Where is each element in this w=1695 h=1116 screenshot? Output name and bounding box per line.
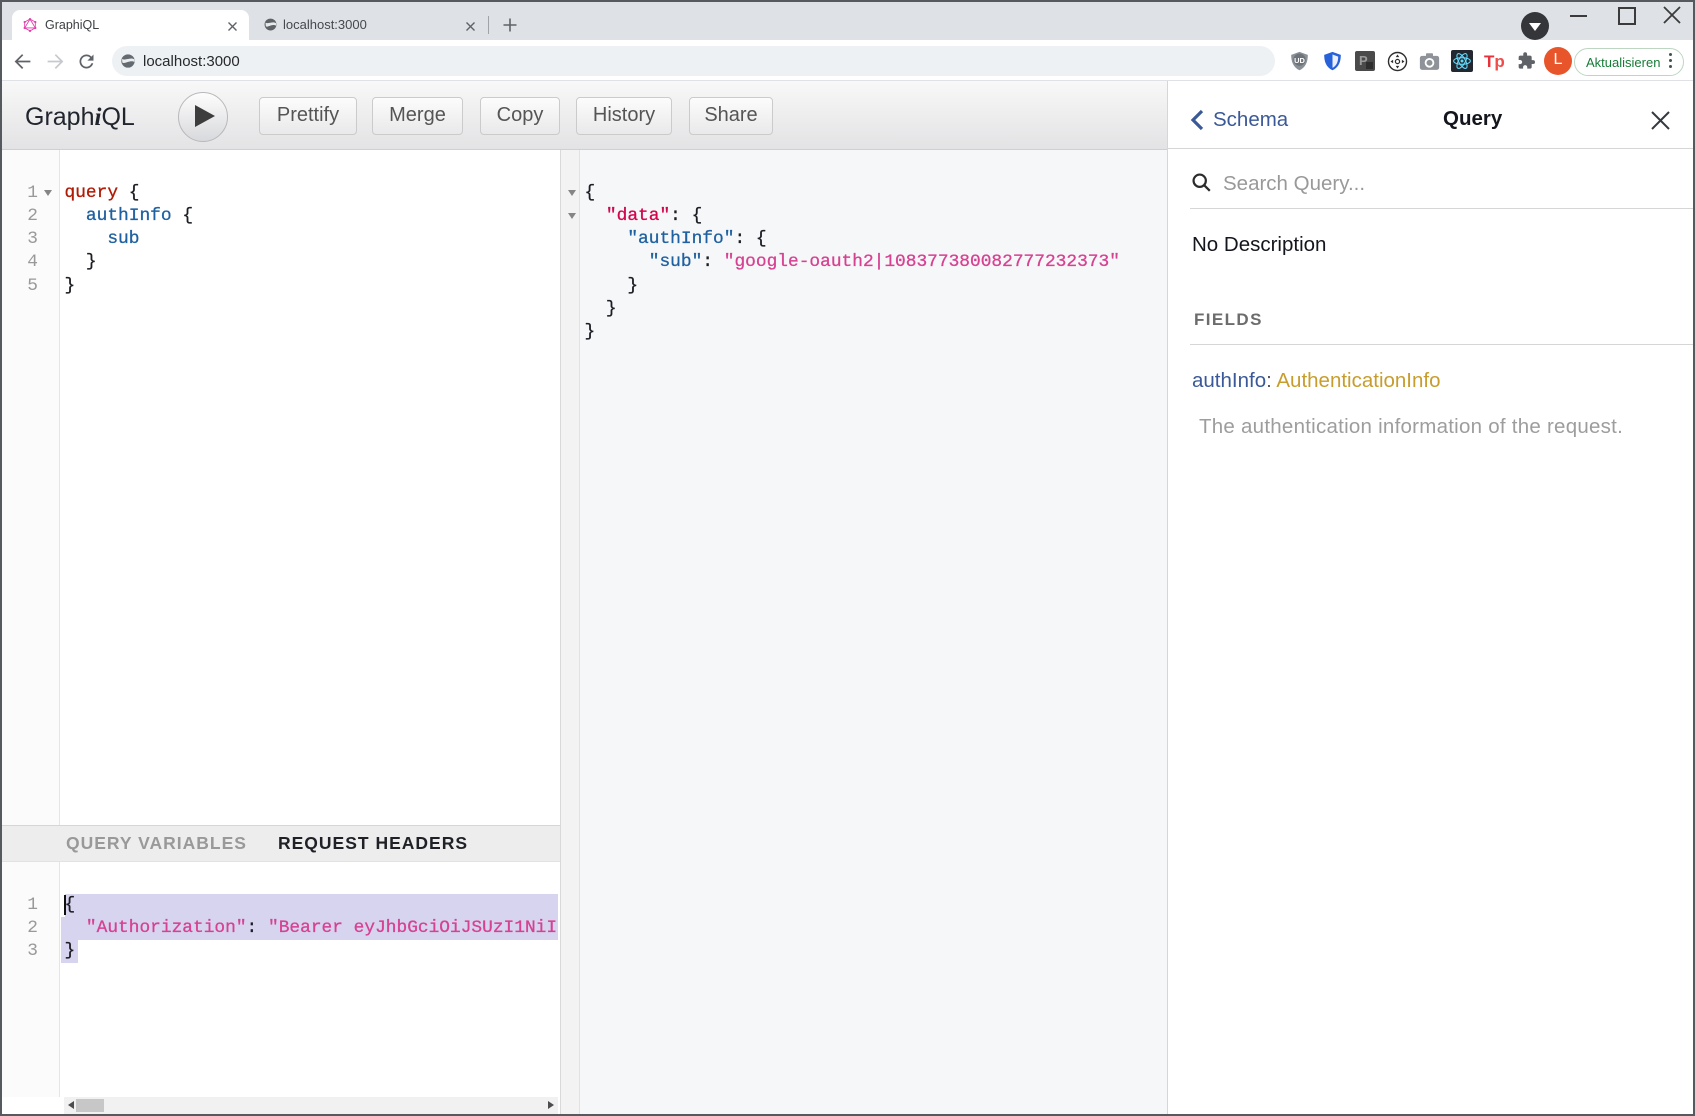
svg-text:UD: UD <box>1294 56 1305 65</box>
